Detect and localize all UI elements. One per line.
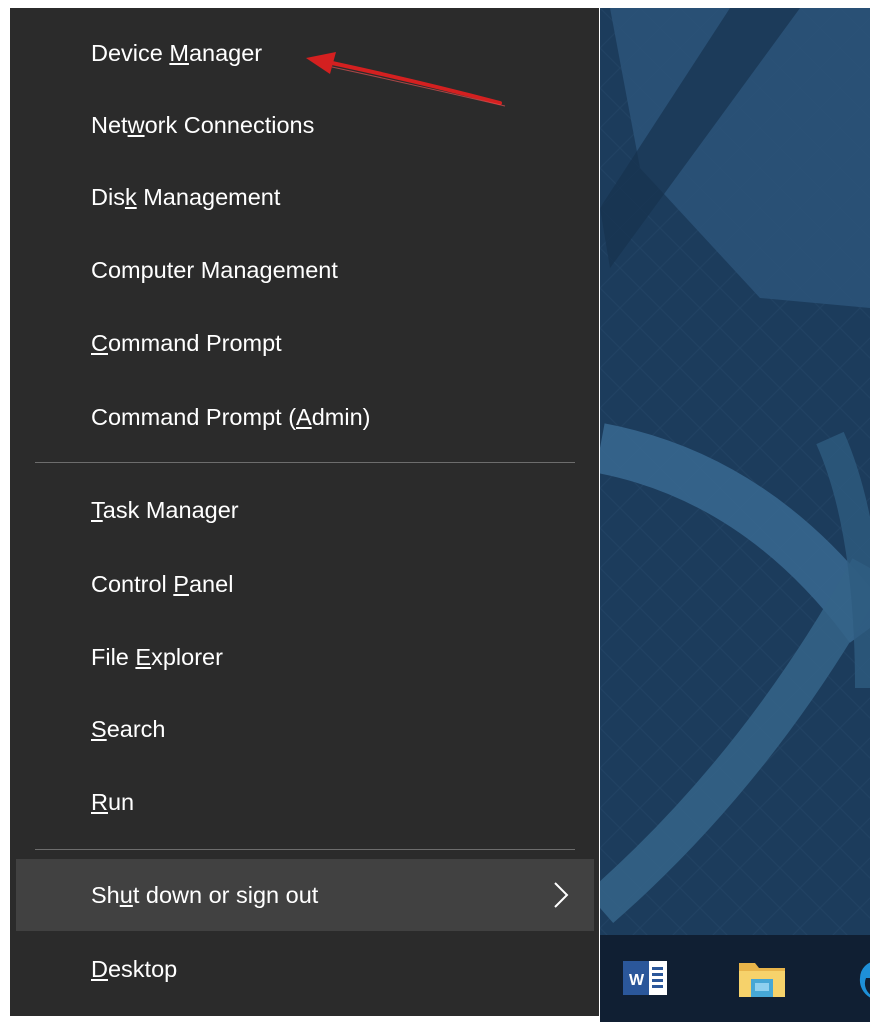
menu-item-task-manager[interactable]: Task Manager <box>16 474 594 546</box>
menu-item-label: Shut down or sign out <box>91 881 319 908</box>
menu-item-label: Task Manager <box>91 496 239 523</box>
menu-item-label: Computer Management <box>91 256 338 283</box>
menu-item-device-manager[interactable]: Device Manager <box>16 17 594 89</box>
menu-item-label: Desktop <box>91 955 178 982</box>
edge-icon[interactable] <box>852 953 870 1003</box>
word-icon[interactable]: W <box>620 953 670 1003</box>
menu-item-label: Run <box>91 788 135 815</box>
menu-separator <box>35 849 575 850</box>
menu-item-label: Control Panel <box>91 570 234 597</box>
menu-item-label: Search <box>91 715 166 742</box>
menu-item-computer-management[interactable]: Computer Management <box>16 234 594 306</box>
menu-item-disk-management[interactable]: Disk Management <box>16 161 594 233</box>
winx-menu: Device Manager Network Connections Disk … <box>10 8 599 1016</box>
menu-item-network-connections[interactable]: Network Connections <box>16 89 594 161</box>
menu-item-search[interactable]: Search <box>16 693 594 765</box>
chevron-right-icon <box>554 882 569 908</box>
desktop-wallpaper <box>600 8 870 1022</box>
menu-item-label: Device Manager <box>91 39 263 66</box>
menu-item-label: Network Connections <box>91 111 315 138</box>
menu-item-command-prompt[interactable]: Command Prompt <box>16 307 594 379</box>
menu-item-run[interactable]: Run <box>16 766 594 838</box>
menu-item-control-panel[interactable]: Control Panel <box>16 548 594 620</box>
menu-item-label: Command Prompt (Admin) <box>91 403 371 430</box>
menu-item-shut-down-or-sign-out[interactable]: Shut down or sign out <box>16 859 594 931</box>
menu-item-command-prompt-admin[interactable]: Command Prompt (Admin) <box>16 381 594 453</box>
menu-item-label: Command Prompt <box>91 329 282 356</box>
word-icon-letter: W <box>629 972 645 989</box>
menu-item-desktop[interactable]: Desktop <box>16 933 594 1005</box>
menu-item-file-explorer[interactable]: File Explorer <box>16 621 594 693</box>
screen: W Device Manager Network Connections Dis… <box>0 0 870 1022</box>
menu-separator <box>35 462 575 463</box>
menu-item-label: Disk Management <box>91 183 281 210</box>
file-explorer-icon[interactable] <box>737 953 787 1003</box>
menu-item-label: File Explorer <box>91 643 223 670</box>
